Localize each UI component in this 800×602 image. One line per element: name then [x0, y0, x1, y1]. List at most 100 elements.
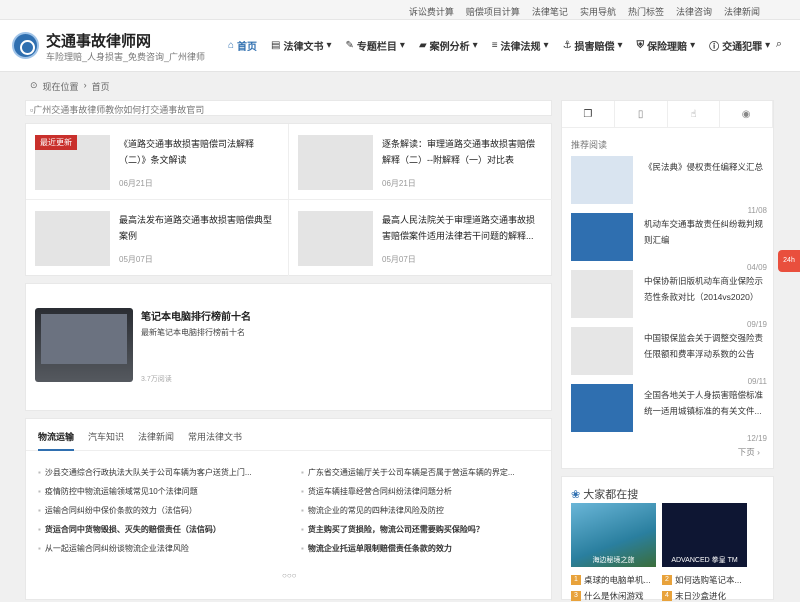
site-header: 交通事故律师网 车险理赔_人身损害_免费咨询_广州律师 ⌂ 首页 ▤ 法律文书 ▾ ✎…: [0, 20, 800, 72]
article-thumbnail[interactable]: [571, 270, 633, 318]
laptop-image[interactable]: [35, 308, 133, 382]
article-thumbnail[interactable]: [571, 213, 633, 261]
tab-legal-news[interactable]: 法律新闻: [138, 430, 174, 450]
nav-item-cases[interactable]: ▰ 案例分析 ▾: [419, 38, 478, 53]
sidebar-recommend: ❐ ▯ ☝ ◉ 推荐阅读 《民法典》侵权责任编释义汇总 11/08 机动车交通事…: [561, 100, 774, 469]
site-title[interactable]: 交通事故律师网: [46, 30, 151, 51]
document-icon: ▤: [271, 40, 281, 51]
site-subtitle: 车险理赔_人身损害_免费咨询_广州律师: [46, 52, 206, 62]
top-link-navigation[interactable]: 实用导航: [580, 5, 616, 18]
article-date: 05月07日: [119, 255, 153, 264]
breadcrumb-home[interactable]: 首页: [92, 80, 110, 93]
list-item[interactable]: ▪ 物流企业的常见的四种法律风险及防控: [301, 501, 551, 520]
list-item[interactable]: ▪ 沙县交通综合行政执法大队关于公司车辆为客户送货上门...: [38, 463, 288, 482]
pen-icon: ✎: [345, 40, 354, 51]
tab-legal-docs[interactable]: 常用法律文书: [188, 430, 242, 450]
list-item[interactable]: ▪ 从一起运输合同纠纷谈物流企业法律风险: [38, 539, 288, 558]
article-column-right: ▪ 广东省交通运输厅关于公司车辆是否属于营运车辆的界定... ▪ 货运车辆挂靠经营合…: [301, 463, 551, 558]
nav-item-home[interactable]: ⌂ 首页: [228, 38, 257, 53]
latest-updates: 最近更新 《道路交通事故损害赔偿司法解释（二）》条文解读 06月21日 逐条解读…: [25, 123, 552, 276]
tab-logistics[interactable]: 物流运输: [38, 430, 75, 451]
article-title[interactable]: 逐条解读：审理道路交通事故损害赔偿解释（二）--附解释（一）对比表: [382, 136, 542, 168]
list-item[interactable]: ▪ 疫情防控中物流运输领域常见10个法律问题: [38, 482, 288, 501]
article-title[interactable]: 中国银保监会关于调整交强险责任限额和费率浮动系数的公告: [644, 330, 769, 362]
featured-summary: 最新笔记本电脑排行榜前十名: [141, 328, 245, 337]
hot-search: ❀ 大家都在搜 海边秘境之旅 ADVANCED 拳皇 TM 1 桌球的电脑单机...…: [561, 476, 774, 602]
list-item[interactable]: 《民法典》侵权责任编释义汇总 11/08: [571, 156, 769, 215]
consult-float-button[interactable]: 24h: [778, 250, 800, 272]
list-item[interactable]: 最近更新 《道路交通事故损害赔偿司法解释（二）》条文解读 06月21日: [26, 124, 289, 200]
tab-car-knowledge[interactable]: 汽车知识: [88, 430, 124, 450]
featured-reads: 3.7万阅读: [141, 376, 172, 383]
article-title[interactable]: 《民法典》侵权责任编释义汇总: [644, 159, 769, 175]
nav-item-laws[interactable]: ≡ 法律法规 ▾: [492, 38, 549, 53]
article-date: 05月07日: [382, 255, 416, 264]
article-thumbnail[interactable]: [298, 211, 373, 266]
top-link-fee-calc[interactable]: 诉讼费计算: [409, 5, 454, 18]
rank-item[interactable]: 2 如何选购笔记本...: [662, 574, 742, 586]
banner-image[interactable]: ▫广州交通事故律师教你如何打交通事故官司: [25, 100, 552, 116]
top-links: 诉讼费计算 赔偿项目计算 法律笔记 实用导航 热门标签 法律咨询 法律新闻: [409, 5, 760, 18]
list-item[interactable]: ▪ 物流企业托运单限制赔偿责任条款的效力: [301, 539, 551, 558]
rank-item[interactable]: 3 什么是休闲游戏: [571, 590, 644, 602]
top-link-hot-tags[interactable]: 热门标签: [628, 5, 664, 18]
list-item[interactable]: 机动车交通事故责任纠纷裁判规则汇编 04/09: [571, 213, 769, 272]
list-item[interactable]: 中保协新旧版机动车商业保险示范性条款对比（2014vs2020） 09/19: [571, 270, 769, 329]
article-title[interactable]: 最高法发布道路交通事故损害赔偿典型案例: [119, 212, 279, 244]
hot-image-game[interactable]: ADVANCED 拳皇 TM: [662, 503, 747, 567]
nav-item-crime[interactable]: ⓘ 交通犯罪 ▾: [709, 38, 770, 53]
top-link-notes[interactable]: 法律笔记: [532, 5, 568, 18]
anchor-icon: ⚓: [562, 40, 572, 51]
article-thumbnail[interactable]: [35, 211, 110, 266]
featured-article: 笔记本电脑排行榜前十名 最新笔记本电脑排行榜前十名 3.7万阅读: [25, 283, 552, 411]
list-item[interactable]: 中国银保监会关于调整交强险责任限额和费率浮动系数的公告 09/11: [571, 327, 769, 386]
list-item[interactable]: ▪ 货运合同中货物毁损、灭失的赔偿责任（法信码）: [38, 520, 288, 539]
list-item[interactable]: 全国各地关于人身损害赔偿标准统一适用城镇标准的有关文件... 12/19: [571, 384, 769, 443]
list-item[interactable]: ▪ 运输合同纠纷中保价条款的效力（法信码）: [38, 501, 288, 520]
breadcrumb: ⊙ 现在位置 › 首页: [30, 80, 110, 93]
home-icon: ⌂: [228, 40, 235, 51]
article-title[interactable]: 全国各地关于人身损害赔偿标准统一适用城镇标准的有关文件...: [644, 387, 769, 419]
article-thumbnail[interactable]: [298, 135, 373, 190]
list-item[interactable]: ▪ 货主购买了货损险，物流公司还需要购买保险吗？: [301, 520, 551, 539]
rank-item[interactable]: 4 末日沙盒进化: [662, 590, 726, 602]
article-title[interactable]: 中保协新旧版机动车商业保险示范性条款对比（2014vs2020）: [644, 273, 769, 305]
copy-icon[interactable]: ❐: [562, 101, 615, 127]
nav-item-damages[interactable]: ⚓ 损害赔偿 ▾: [563, 38, 623, 53]
sidebar-tabs: ❐ ▯ ☝ ◉: [562, 101, 773, 128]
top-link-compensation-calc[interactable]: 赔偿项目计算: [466, 5, 520, 18]
list-item[interactable]: 最高人民法院关于审理道路交通事故损害赔偿案件适用法律若干问题的解释... 05月…: [289, 200, 552, 276]
banner-alt-text: 广州交通事故律师教你如何打交通事故官司: [33, 105, 205, 115]
tab-bar: 物流运输 汽车知识 法律新闻 常用法律文书: [26, 419, 551, 451]
nav-item-insurance[interactable]: ⛨ 保险理赔 ▾: [637, 38, 696, 53]
nav-item-topics[interactable]: ✎ 专题栏目 ▾: [346, 38, 405, 53]
hot-search-heading: ❀ 大家都在搜: [571, 488, 639, 502]
hot-image-seaside[interactable]: 海边秘境之旅: [571, 503, 656, 567]
info-icon: ⓘ: [709, 42, 720, 53]
nav-item-documents[interactable]: ▤ 法律文书 ▾: [271, 38, 331, 53]
top-link-consult[interactable]: 法律咨询: [676, 5, 712, 18]
list-item[interactable]: 逐条解读：审理道路交通事故损害赔偿解释（二）--附解释（一）对比表 06月21日: [289, 124, 552, 200]
thumb-icon[interactable]: ☝: [668, 101, 721, 127]
list-icon: ≡: [491, 40, 498, 51]
list-item[interactable]: 最高法发布道路交通事故损害赔偿典型案例 05月07日: [26, 200, 289, 276]
paw-icon: ❀: [571, 488, 581, 501]
list-item[interactable]: ▪ 广东省交通运输厅关于公司车辆是否属于营运车辆的界定...: [301, 463, 551, 482]
featured-title[interactable]: 笔记本电脑排行榜前十名: [141, 308, 251, 323]
next-page-link[interactable]: 下页 ›: [738, 446, 760, 458]
rank-item[interactable]: 1 桌球的电脑单机...: [571, 574, 651, 586]
article-title[interactable]: 《道路交通事故损害赔偿司法解释（二）》条文解读: [119, 136, 279, 168]
category-tabs-panel: 物流运输 汽车知识 法律新闻 常用法律文书 ▪ 沙县交通综合行政执法大队关于公司车…: [25, 418, 552, 600]
article-title[interactable]: 最高人民法院关于审理道路交通事故损害赔偿案件适用法律若干问题的解释...: [382, 212, 542, 244]
search-icon[interactable]: ⌕: [776, 38, 782, 51]
file-icon[interactable]: ▯: [615, 101, 668, 127]
top-link-news[interactable]: 法律新闻: [724, 5, 760, 18]
article-thumbnail[interactable]: [571, 384, 633, 432]
article-thumbnail[interactable]: [571, 156, 633, 204]
pager-dots[interactable]: ○○○: [282, 571, 297, 580]
list-item[interactable]: ▪ 货运车辆挂靠经营合同纠纷法律问题分析: [301, 482, 551, 501]
site-logo[interactable]: [12, 32, 39, 59]
article-thumbnail[interactable]: [571, 327, 633, 375]
article-title[interactable]: 机动车交通事故责任纠纷裁判规则汇编: [644, 216, 769, 248]
eye-icon[interactable]: ◉: [720, 101, 773, 127]
